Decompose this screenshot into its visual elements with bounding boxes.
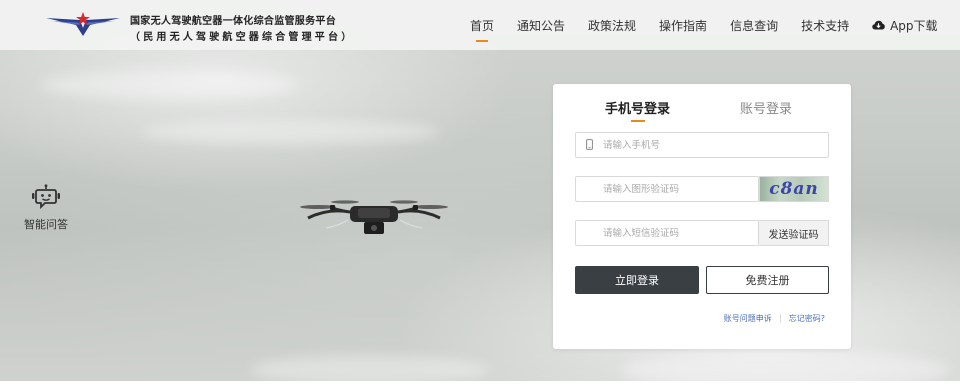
link-divider xyxy=(779,314,781,323)
phone-input[interactable] xyxy=(603,133,823,157)
nav-support[interactable]: 技术支持 xyxy=(801,17,849,34)
nav-home[interactable]: 首页 xyxy=(470,17,494,42)
nav-query[interactable]: 信息查询 xyxy=(730,17,778,34)
forgot-password-link[interactable]: 忘记密码? xyxy=(789,313,825,324)
cloud xyxy=(40,70,300,100)
cloud xyxy=(140,120,440,144)
cloud xyxy=(620,350,950,390)
captcha-image[interactable]: c8an xyxy=(759,176,829,202)
cloud-download-icon xyxy=(872,20,885,30)
phone-field[interactable] xyxy=(575,132,829,158)
account-appeal-link[interactable]: 账号问题申诉 xyxy=(724,313,772,324)
login-links: 账号问题申诉 忘记密码? xyxy=(724,313,825,324)
main-nav: 首页 通知公告 政策法规 操作指南 信息查询 技术支持 App下载 xyxy=(470,0,938,50)
caac-logo-icon xyxy=(46,12,120,36)
site-title-main: 国家无人驾驶航空器一体化综合监管服务平台 xyxy=(130,16,336,27)
mobile-phone-icon xyxy=(586,139,593,150)
site-title: 国家无人驾驶航空器一体化综合监管服务平台 （民用无人驾驶航空器综合管理平台） xyxy=(130,12,354,43)
sms-code-input[interactable] xyxy=(603,221,753,245)
register-button[interactable]: 免费注册 xyxy=(706,266,829,294)
smart-qa-widget[interactable]: 智能问答 xyxy=(22,184,70,232)
captcha-input[interactable] xyxy=(603,177,753,201)
login-tabs: 手机号登录 账号登录 xyxy=(553,98,851,128)
site-title-sub: （民用无人驾驶航空器综合管理平台） xyxy=(130,32,355,43)
captcha-text: c8an xyxy=(769,179,819,199)
tab-phone-login[interactable]: 手机号登录 xyxy=(605,98,670,122)
top-header: 国家无人驾驶航空器一体化综合监管服务平台 （民用无人驾驶航空器综合管理平台） 首… xyxy=(0,0,960,50)
app-download-link[interactable]: App下载 xyxy=(872,17,938,34)
nav-notices[interactable]: 通知公告 xyxy=(517,17,565,34)
nav-policies[interactable]: 政策法规 xyxy=(588,17,636,34)
nav-guide[interactable]: 操作指南 xyxy=(659,17,707,34)
drone-image xyxy=(300,200,448,234)
sms-code-field[interactable] xyxy=(575,220,759,246)
login-button[interactable]: 立即登录 xyxy=(575,266,699,294)
send-code-button[interactable]: 发送验证码 xyxy=(759,220,829,246)
smart-qa-label: 智能问答 xyxy=(24,218,68,231)
app-download-label: App下载 xyxy=(890,18,938,33)
login-card: 手机号登录 账号登录 c8an 发送验证码 立即登录 免费注册 账号问题申诉 忘… xyxy=(553,84,851,349)
tab-account-login[interactable]: 账号登录 xyxy=(740,98,792,117)
robot-icon xyxy=(32,184,60,210)
captcha-field[interactable] xyxy=(575,176,759,202)
